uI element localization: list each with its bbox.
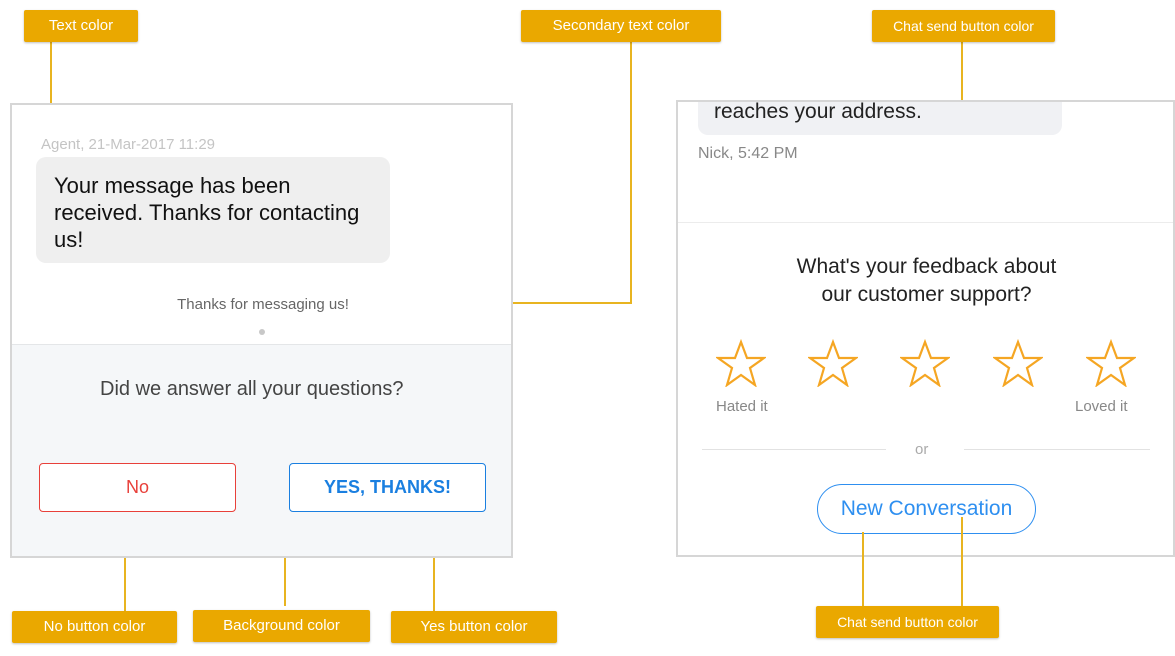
divider [964,449,1150,450]
message-text: Your message has been received. Thanks f… [54,173,360,252]
page-dot [259,329,265,335]
connector-line [961,517,963,606]
annotation-chat-send-bottom: Chat send button color [816,606,999,638]
connector-line [862,532,864,606]
annotation-chat-send-top: Chat send button color [872,10,1055,42]
high-rating-label: Loved it [1075,398,1128,415]
annotation-text-color: Text color [24,10,138,42]
secondary-text: Thanks for messaging us! [177,296,349,313]
annotation-secondary-text-color: Secondary text color [521,10,721,42]
survey-widget-left: Agent, 21-Mar-2017 11:29 Your message ha… [10,103,513,558]
survey-question: Did we answer all your questions? [100,378,404,400]
message-text: reaches your address. [714,100,922,123]
annotation-yes-button-color: Yes button color [391,611,557,643]
yes-button-label: YES, THANKS! [323,477,451,497]
no-button[interactable]: No [39,463,236,512]
feedback-question-line: What's your feedback about [796,255,1057,278]
survey-widget-right: reaches your address. Nick, 5:42 PM What… [676,100,1175,557]
star-icon[interactable] [806,338,860,388]
new-conversation-label: New Conversation [840,497,1013,520]
feedback-question: What's your feedback about our customer … [678,253,1173,309]
divider [678,222,1173,223]
annotation-no-button-color: No button color [12,611,177,643]
star-icon[interactable] [714,338,768,388]
message-bubble: Your message has been received. Thanks f… [36,157,390,263]
annotation-background-color: Background color [193,610,370,642]
message-bubble: reaches your address. [698,100,1062,135]
low-rating-label: Hated it [716,398,768,415]
star-icon[interactable] [898,338,952,388]
feedback-question-line: our customer support? [821,283,1032,306]
message-meta: Nick, 5:42 PM [698,145,798,162]
new-conversation-button[interactable]: New Conversation [817,484,1036,534]
connector-line [630,42,632,304]
yes-button[interactable]: YES, THANKS! [289,463,486,512]
survey-area: Did we answer all your questions? No YES… [12,344,511,556]
star-icon[interactable] [1084,338,1138,388]
no-button-label: No [125,477,149,497]
divider [702,449,886,450]
star-icon[interactable] [991,338,1045,388]
or-label: or [915,441,929,458]
message-meta: Agent, 21-Mar-2017 11:29 [41,136,216,153]
